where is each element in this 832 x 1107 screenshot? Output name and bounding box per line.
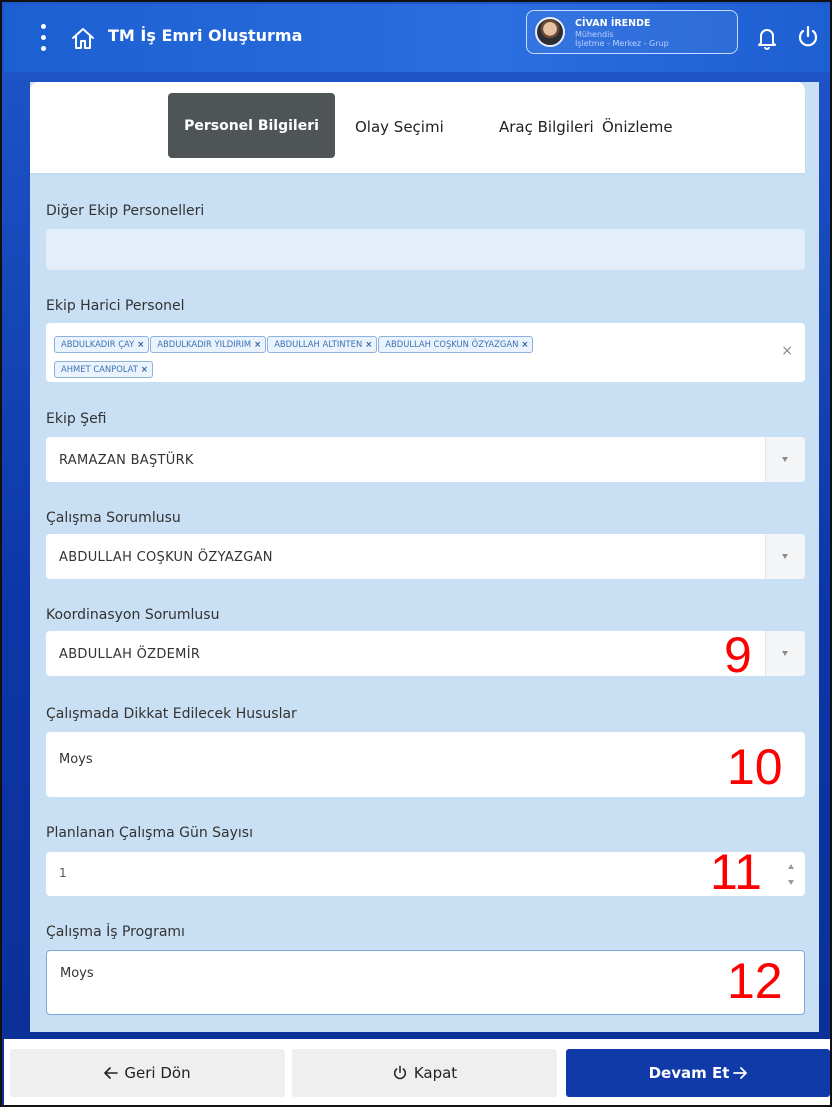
annotation-10: 10 xyxy=(727,739,783,795)
external-personnel-multiselect[interactable]: ABDULKADIR ÇAY × ABDULKADIR YILDIRIM × ABDUL… xyxy=(46,323,805,382)
annotation-11: 11 xyxy=(710,844,762,900)
team-chief-label: Ekip Şefi xyxy=(46,411,107,427)
chip-remove-icon[interactable]: × xyxy=(137,339,144,349)
user-role: Mühendis xyxy=(575,30,614,39)
avatar xyxy=(535,17,565,47)
tab-personel-bilgileri[interactable]: Personel Bilgileri xyxy=(168,93,335,158)
back-label: Geri Dön xyxy=(124,1064,191,1082)
chip-remove-icon[interactable]: × xyxy=(141,364,148,374)
chip[interactable]: ABDULKADIR ÇAY × xyxy=(54,336,150,353)
tab-bar: Personel Bilgileri Olay Seçimi Araç Bilg… xyxy=(30,82,805,173)
other-team-label: Diğer Ekip Personelleri xyxy=(46,203,205,219)
days-value: 1 xyxy=(59,866,67,880)
coordination-select[interactable]: ABDULLAH ÖZDEMİR xyxy=(46,631,805,676)
tab-olay-secimi[interactable]: Olay Seçimi xyxy=(355,118,444,136)
next-label: Devam Et xyxy=(648,1064,730,1082)
chip-remove-icon[interactable]: × xyxy=(365,339,372,349)
program-label: Çalışma İş Programı xyxy=(46,924,185,940)
chevron-down-icon xyxy=(782,456,788,462)
chip[interactable]: ABDULLAH ALTINTEN × xyxy=(267,336,378,353)
chip-remove-icon[interactable]: × xyxy=(521,339,528,349)
work-responsible-value: ABDULLAH COŞKUN ÖZYAZGAN xyxy=(59,550,273,565)
attention-value: Moys xyxy=(59,752,93,767)
app-frame: TM İş Emri Oluşturma CİVAN İRENDE Mühend… xyxy=(0,0,832,1107)
close-label: Kapat xyxy=(413,1064,458,1082)
bell-icon[interactable] xyxy=(756,26,778,50)
annotation-12: 12 xyxy=(727,953,783,1009)
external-personnel-label: Ekip Harici Personel xyxy=(46,298,185,314)
annotation-9: 9 xyxy=(724,627,752,683)
dropdown-toggle[interactable] xyxy=(765,631,805,676)
chip-list: ABDULKADIR ÇAY × ABDULKADIR YILDIRIM × ABDUL… xyxy=(54,332,754,382)
arrow-right-icon xyxy=(733,1067,748,1079)
chip[interactable]: AHMET CANPOLAT × xyxy=(54,361,153,378)
attention-textarea[interactable]: Moys xyxy=(46,732,805,797)
spin-down-icon[interactable] xyxy=(788,880,794,885)
coordination-value: ABDULLAH ÖZDEMİR xyxy=(59,647,201,662)
team-chief-select[interactable]: RAMAZAN BAŞTÜRK xyxy=(46,437,805,482)
back-button[interactable]: Geri Dön xyxy=(10,1049,285,1097)
dropdown-toggle[interactable] xyxy=(765,437,805,482)
top-bar: TM İş Emri Oluşturma CİVAN İRENDE Mühend… xyxy=(4,4,830,72)
power-icon xyxy=(393,1065,406,1080)
tab-arac-bilgileri[interactable]: Araç Bilgileri xyxy=(499,118,594,136)
user-card[interactable]: CİVAN İRENDE Mühendis İşletme - Merkez -… xyxy=(526,10,738,54)
team-chief-value: RAMAZAN BAŞTÜRK xyxy=(59,453,194,468)
dropdown-toggle[interactable] xyxy=(765,534,805,579)
menu-icon[interactable] xyxy=(28,20,58,56)
bottom-action-bar: Geri Dön Kapat Devam Et xyxy=(4,1039,830,1105)
program-textarea[interactable]: Moys xyxy=(46,950,805,1015)
home-icon[interactable] xyxy=(70,26,96,52)
chip[interactable]: ABDULLAH COŞKUN ÖZYAZGAN × xyxy=(378,336,534,353)
app-title: TM İş Emri Oluşturma xyxy=(108,26,303,45)
work-responsible-select[interactable]: ABDULLAH COŞKUN ÖZYAZGAN xyxy=(46,534,805,579)
other-team-field[interactable] xyxy=(46,229,805,270)
arrow-left-icon xyxy=(104,1067,119,1079)
chevron-down-icon xyxy=(782,650,788,656)
attention-label: Çalışmada Dikkat Edilecek Hususlar xyxy=(46,706,297,722)
spin-up-icon[interactable] xyxy=(788,864,794,869)
program-value: Moys xyxy=(60,966,94,981)
work-responsible-label: Çalışma Sorumlusu xyxy=(46,510,181,526)
number-spinner[interactable] xyxy=(779,852,805,896)
chip[interactable]: ABDULKADIR YILDIRIM × xyxy=(150,336,267,353)
chip-remove-icon[interactable]: × xyxy=(254,339,261,349)
power-icon[interactable] xyxy=(796,25,820,49)
coordination-label: Koordinasyon Sorumlusu xyxy=(46,607,220,623)
user-org: İşletme - Merkez - Grup xyxy=(575,39,669,48)
days-number-input[interactable]: 1 xyxy=(46,852,805,896)
chevron-down-icon xyxy=(782,553,788,559)
user-name: CİVAN İRENDE xyxy=(575,18,651,29)
days-label: Planlanan Çalışma Gün Sayısı xyxy=(46,825,253,841)
close-button[interactable]: Kapat xyxy=(292,1049,557,1097)
clear-icon[interactable]: × xyxy=(781,343,793,359)
next-button[interactable]: Devam Et xyxy=(566,1049,830,1097)
form-panel: Personel Bilgileri Olay Seçimi Araç Bilg… xyxy=(30,82,819,1032)
tab-onizleme[interactable]: Önizleme xyxy=(602,118,673,136)
